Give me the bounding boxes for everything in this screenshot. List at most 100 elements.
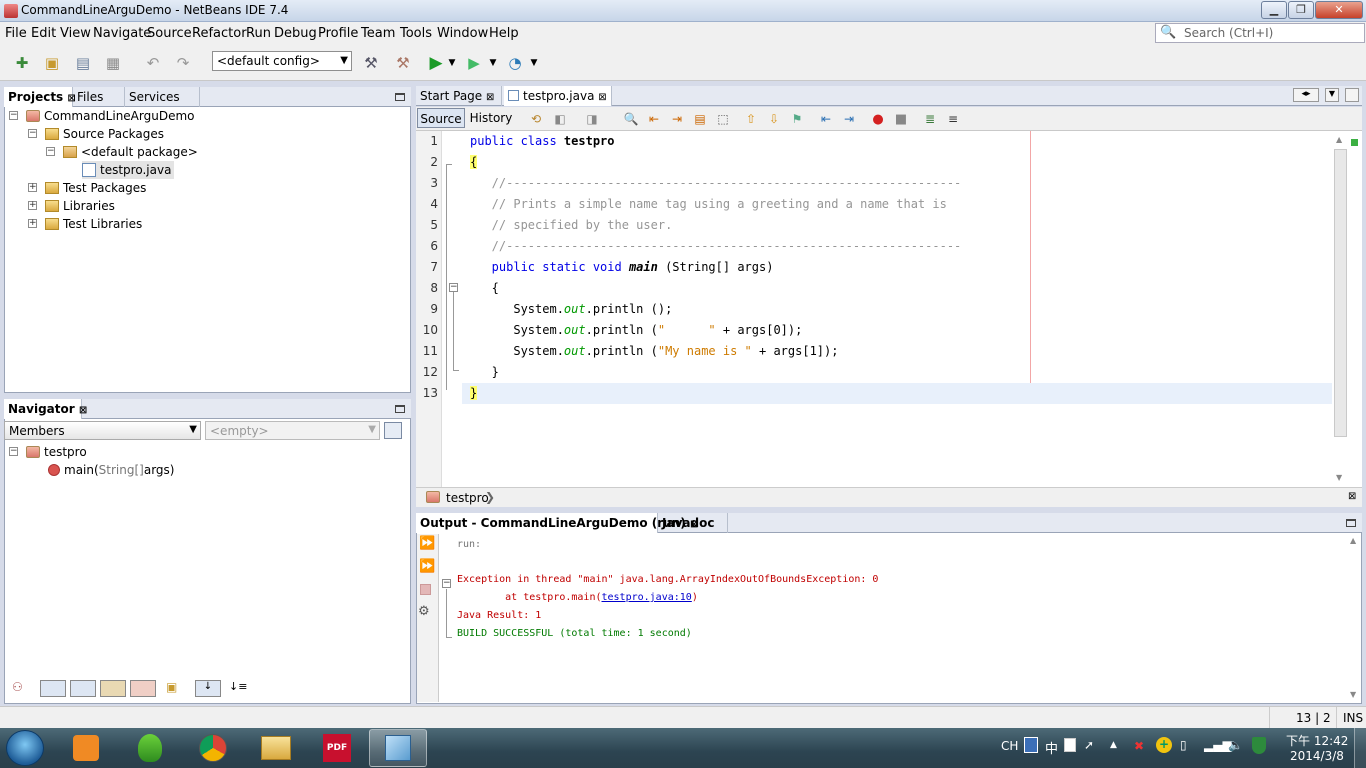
fold-collapse-icon[interactable]: − xyxy=(449,283,458,292)
rerun-different-params-icon[interactable]: ⏩ xyxy=(419,559,435,574)
scroll-down-icon[interactable]: ▼ xyxy=(1336,473,1342,482)
navigator-class-testpro[interactable]: testpro xyxy=(26,443,87,461)
device-icon[interactable]: ▯ xyxy=(1180,738,1187,752)
tree-item-libraries[interactable]: Libraries xyxy=(45,197,115,215)
navigator-options-icon[interactable] xyxy=(384,422,402,439)
tab-list-icon[interactable]: ▼ xyxy=(1325,88,1339,102)
show-non-public-icon[interactable] xyxy=(40,680,66,697)
menu-team[interactable]: Team xyxy=(361,26,395,41)
security-shield-icon[interactable] xyxy=(1252,737,1266,754)
expander-plus-icon[interactable]: + xyxy=(28,201,37,210)
menu-run[interactable]: Run xyxy=(246,26,271,41)
previous-bookmark-icon[interactable]: ⇧ xyxy=(742,110,760,128)
shift-right-icon[interactable]: ⇥ xyxy=(840,110,858,128)
search-input[interactable]: 🔍 Search (Ctrl+I) xyxy=(1155,23,1365,43)
redo-icon[interactable]: ↷ xyxy=(172,52,194,74)
shift-left-icon[interactable]: ⇤ xyxy=(817,110,835,128)
menu-help[interactable]: Help xyxy=(489,26,519,41)
show-inner-classes-icon[interactable] xyxy=(130,680,156,697)
scroll-up-icon[interactable]: ▲ xyxy=(1336,135,1342,144)
source-view-button[interactable]: Source xyxy=(417,108,465,128)
tree-item-test-packages[interactable]: Test Packages xyxy=(45,179,146,197)
profile-dropdown-icon[interactable]: ▼ xyxy=(528,52,540,74)
navigator-method-main[interactable]: main(String[] args) xyxy=(48,461,175,479)
language-indicator[interactable]: CH xyxy=(1001,739,1018,753)
menu-file[interactable]: File xyxy=(5,26,27,41)
menu-profile[interactable]: Profile xyxy=(318,26,358,41)
members-filter-select[interactable]: Members ▼ xyxy=(4,421,201,440)
find-next-icon[interactable]: ⇥ xyxy=(668,110,686,128)
tree-item-testpro-java[interactable]: testpro.java xyxy=(82,161,175,179)
tab-output[interactable]: Output - CommandLineArguDemo (run) ⊠ xyxy=(416,513,698,533)
menu-view[interactable]: View xyxy=(60,26,91,41)
last-edit-icon[interactable]: ⟲ xyxy=(527,110,545,128)
scope-select[interactable]: <empty> ▼ xyxy=(205,421,380,440)
ime-chinese-indicator[interactable]: 中 xyxy=(1045,738,1058,757)
taskbar-explorer[interactable] xyxy=(247,729,305,767)
tree-item-test-libraries[interactable]: Test Libraries xyxy=(45,215,142,233)
menu-source[interactable]: Source xyxy=(147,26,192,41)
menu-debug[interactable]: Debug xyxy=(274,26,317,41)
new-project-icon[interactable]: ▣ xyxy=(41,52,63,74)
open-project-icon[interactable]: ▤ xyxy=(72,52,94,74)
history-view-button[interactable]: History xyxy=(468,108,514,128)
find-previous-icon[interactable]: ⇤ xyxy=(645,110,663,128)
show-fields-icon[interactable] xyxy=(100,680,126,697)
tab-projects[interactable]: Projects ⊠ xyxy=(4,87,76,107)
debug-icon[interactable]: ▶ xyxy=(463,52,485,74)
comment-icon[interactable]: ≣ xyxy=(921,110,939,128)
rerun-icon[interactable]: ⏩ xyxy=(419,536,435,551)
stop-icon[interactable] xyxy=(420,584,431,595)
ime-fullwidth-icon[interactable] xyxy=(1064,738,1076,752)
menu-window[interactable]: Window xyxy=(437,26,488,41)
sort-by-source-icon[interactable]: ↓ xyxy=(195,680,221,697)
menu-navigate[interactable]: Navigate xyxy=(93,26,151,41)
menu-refactor[interactable]: Refactor xyxy=(192,26,247,41)
scroll-down-icon[interactable]: ▼ xyxy=(1350,690,1356,699)
menu-edit[interactable]: Edit xyxy=(31,26,56,41)
tree-item-source-packages[interactable]: Source Packages xyxy=(45,125,164,143)
fields-filter-icon[interactable]: ⚇ xyxy=(12,680,32,696)
tree-item-default-package[interactable]: <default package> xyxy=(63,143,198,161)
debug-dropdown-icon[interactable]: ▼ xyxy=(487,52,499,74)
show-desktop-button[interactable] xyxy=(1354,728,1366,768)
save-all-icon[interactable]: ▦ xyxy=(102,52,124,74)
taskbar-media-player[interactable] xyxy=(57,729,115,767)
rect-selection-icon[interactable]: ⬚ xyxy=(714,110,732,128)
start-button[interactable] xyxy=(6,730,44,766)
maximize-editor-icon[interactable] xyxy=(1345,88,1359,102)
undo-icon[interactable]: ↶ xyxy=(142,52,164,74)
scroll-tabs-icon[interactable]: ◂▸ xyxy=(1293,88,1319,102)
taskbar-parrot-app[interactable] xyxy=(121,729,179,767)
minimize-panel-icon[interactable] xyxy=(395,405,405,413)
close-icon[interactable]: ⊠ xyxy=(598,92,606,103)
taskbar-chrome[interactable] xyxy=(184,729,242,767)
chevron-right-icon[interactable]: ❯ xyxy=(485,490,495,504)
uncomment-icon[interactable]: ≡ xyxy=(944,110,962,128)
close-icon[interactable]: ⊠ xyxy=(79,405,87,416)
run-icon[interactable]: ▶ xyxy=(425,52,447,74)
close-icon[interactable]: ⊠ xyxy=(1348,491,1356,502)
back-icon[interactable]: ◧ xyxy=(551,110,569,128)
scroll-up-icon[interactable]: ▲ xyxy=(1350,536,1356,545)
expander-plus-icon[interactable]: + xyxy=(28,183,37,192)
fold-collapse-icon[interactable]: − xyxy=(442,579,451,588)
show-hidden-icons[interactable]: ▲ xyxy=(1110,740,1117,750)
settings-icon[interactable]: ⚙ xyxy=(418,604,430,619)
tab-files[interactable]: Files xyxy=(73,87,125,107)
forward-icon[interactable]: ◨ xyxy=(583,110,601,128)
toggle-bookmark-icon[interactable]: ⚑ xyxy=(788,110,806,128)
minimize-panel-icon[interactable] xyxy=(1346,519,1356,527)
network-error-icon[interactable]: ✖ xyxy=(1134,739,1144,753)
minimize-panel-icon[interactable] xyxy=(395,93,405,101)
expander-minus-icon[interactable]: − xyxy=(9,111,18,120)
build-hammer-icon[interactable]: ⚒ xyxy=(360,52,382,74)
menu-tools[interactable]: Tools xyxy=(400,26,432,41)
find-icon[interactable]: 🔍 xyxy=(622,110,640,128)
new-file-icon[interactable]: ✚ xyxy=(11,52,33,74)
run-dropdown-icon[interactable]: ▼ xyxy=(446,52,458,74)
expander-minus-icon[interactable]: − xyxy=(46,147,55,156)
toggle-highlight-icon[interactable]: ▤ xyxy=(691,110,709,128)
tree-item-project[interactable]: CommandLineArguDemo xyxy=(26,107,195,125)
taskbar-pdf[interactable]: PDF xyxy=(308,729,366,767)
